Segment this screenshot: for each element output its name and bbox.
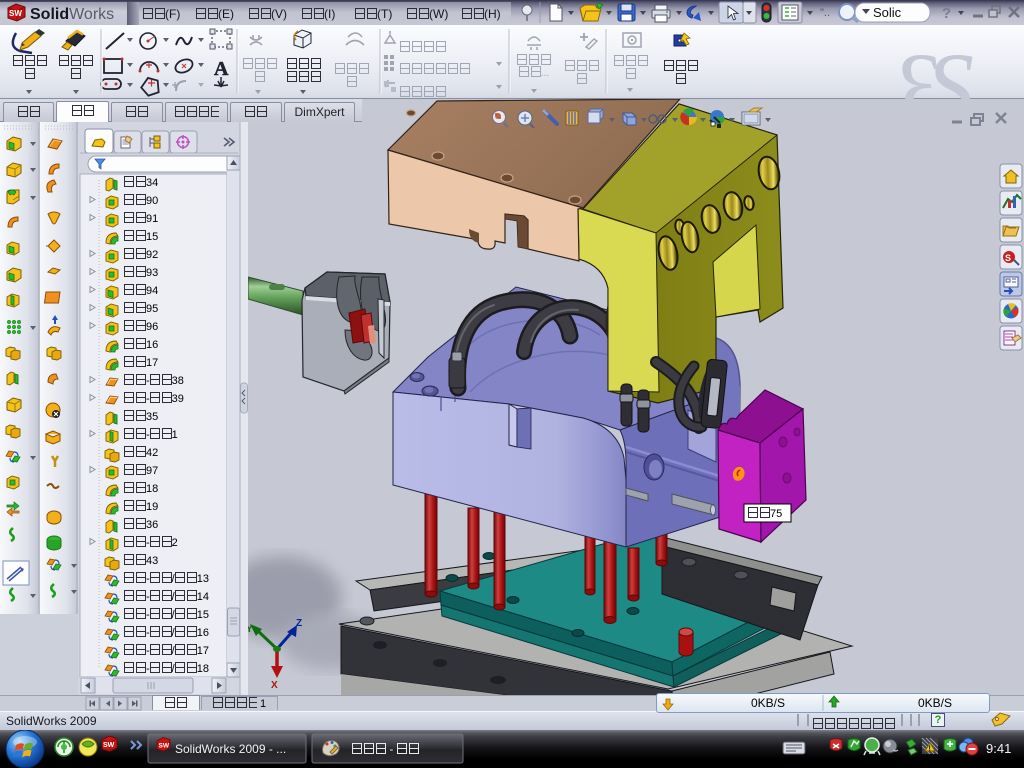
svg-text:S: S (1005, 253, 1011, 263)
svg-text:"..: ".. (820, 7, 830, 19)
svg-text:SW: SW (103, 742, 115, 749)
svg-text:!: ! (929, 746, 931, 753)
svg-text:0KB/S: 0KB/S (918, 696, 952, 710)
svg-text:X: X (271, 680, 278, 691)
svg-text:9:41: 9:41 (986, 741, 1011, 756)
svg-text:?: ? (942, 5, 951, 22)
svg-text:Z: Z (296, 618, 302, 629)
svg-text:SolidWorks: SolidWorks (30, 6, 114, 23)
svg-text:Solic: Solic (873, 5, 902, 20)
svg-text:SolidWorks 2009 - ...: SolidWorks 2009 - ... (175, 742, 286, 756)
svg-text:S: S (926, 33, 974, 99)
svg-text:SW: SW (9, 9, 22, 18)
svg-text:A: A (214, 58, 229, 80)
svg-text:SW: SW (159, 743, 170, 750)
svg-text:0KB/S: 0KB/S (751, 696, 785, 710)
